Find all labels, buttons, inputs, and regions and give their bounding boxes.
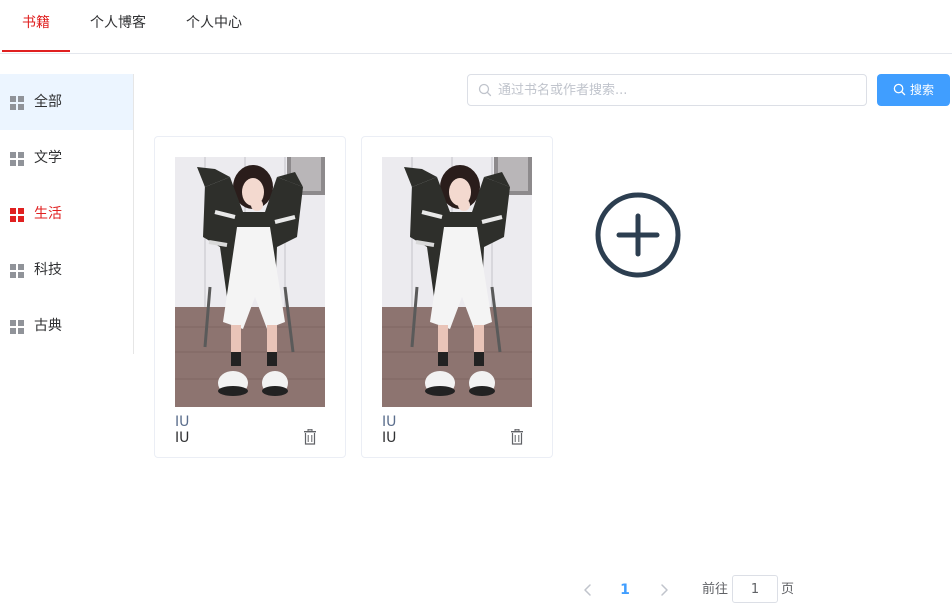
book-card[interactable]: IU IU [361,136,553,458]
next-page-button[interactable] [654,578,674,602]
active-tab-indicator [2,50,70,52]
sidebar-item-label: 生活 [34,206,62,222]
book-author: IU [382,430,397,446]
tab-blog[interactable]: 个人博客 [84,0,152,53]
plus-circle-icon [595,192,681,278]
tab-books-label: 书籍 [22,15,50,31]
page-suffix-label: 页 [781,582,795,597]
search-button[interactable]: 搜索 [877,74,950,106]
tab-books[interactable]: 书籍 [2,0,70,53]
prev-page-button[interactable] [578,578,598,602]
tab-blog-label: 个人博客 [90,15,146,31]
book-title: IU [175,414,190,430]
book-cover-image[interactable] [175,157,325,407]
sidebar-item-life[interactable]: 生活 [0,186,133,242]
book-card[interactable]: IU IU [154,136,346,458]
tab-personal-center[interactable]: 个人中心 [180,0,248,53]
sidebar-item-label: 古典 [34,318,62,334]
book-title: IU [382,414,397,430]
sidebar-item-classical[interactable]: 古典 [0,298,133,354]
goto-page-input[interactable] [732,575,778,603]
sidebar-item-label: 文学 [34,150,62,166]
search-box [467,74,867,106]
tab-personal-center-label: 个人中心 [186,15,242,31]
search-input[interactable] [498,75,858,105]
top-navigation: 书籍 个人博客 个人中心 [0,0,952,54]
grid-icon [10,152,24,166]
page-number-current[interactable]: 1 [614,578,636,602]
trash-icon[interactable] [510,429,524,445]
search-icon [478,83,492,97]
chevron-right-icon [661,584,668,596]
grid-icon [10,264,24,278]
add-book-button[interactable] [594,191,682,279]
grid-icon [10,208,24,222]
book-author: IU [175,430,190,446]
search-icon [893,83,906,96]
category-sidebar: 全部 文学 生活 科技 古典 [0,74,134,354]
chevron-left-icon [584,584,591,596]
trash-icon[interactable] [303,429,317,445]
sidebar-item-label: 全部 [34,94,62,110]
book-cover-image[interactable] [382,157,532,407]
sidebar-item-all[interactable]: 全部 [0,74,133,130]
search-button-label: 搜索 [910,83,935,97]
sidebar-item-literature[interactable]: 文学 [0,130,133,186]
grid-icon [10,320,24,334]
goto-label: 前往 [702,582,729,597]
grid-icon [10,96,24,110]
sidebar-item-label: 科技 [34,262,62,278]
sidebar-item-technology[interactable]: 科技 [0,242,133,298]
